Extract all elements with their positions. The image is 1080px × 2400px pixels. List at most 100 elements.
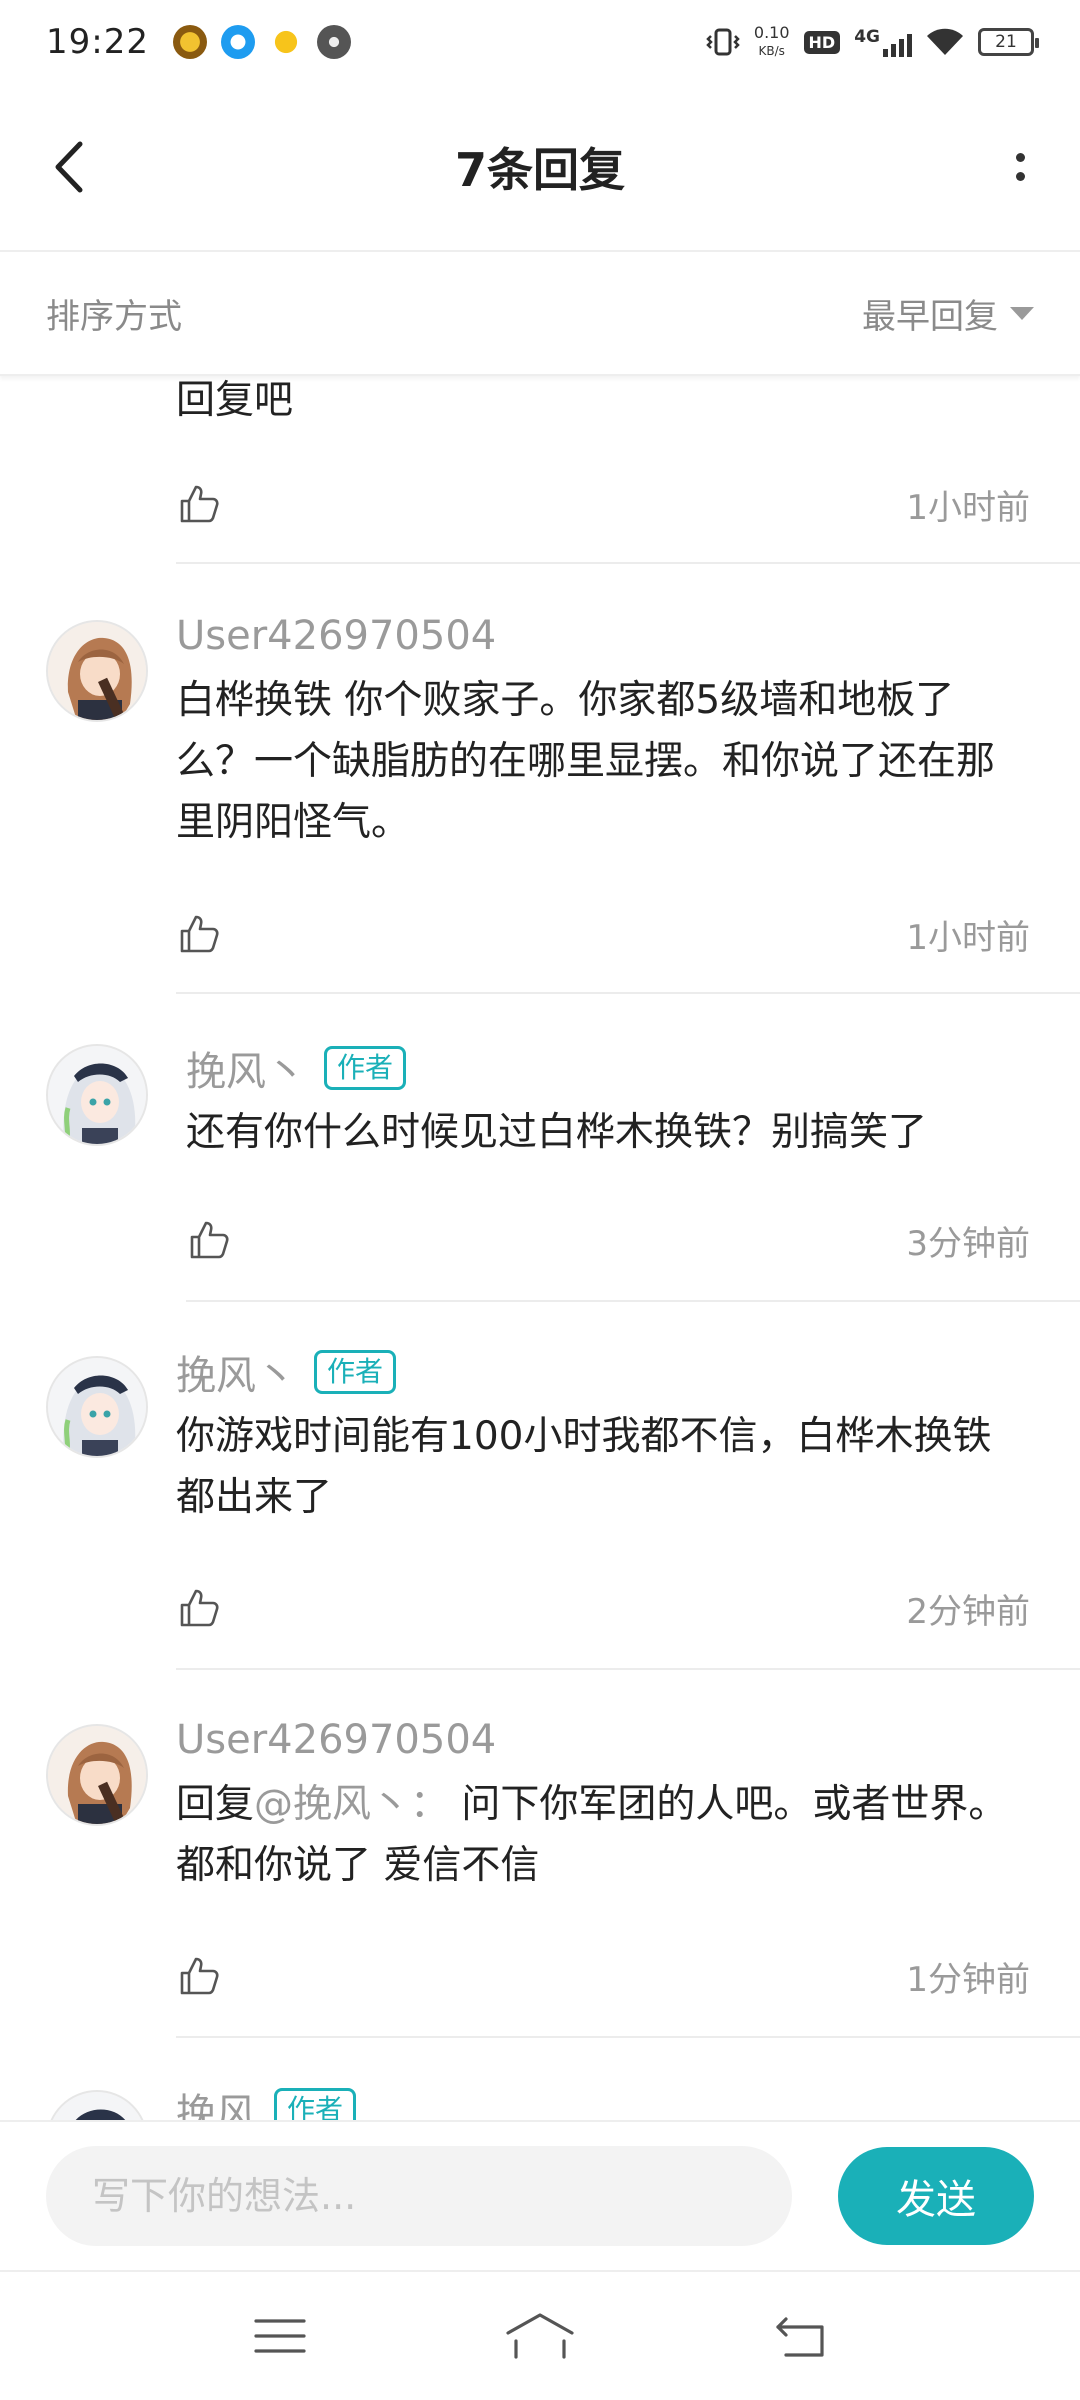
comment-footer: 1小时前 <box>176 904 1030 964</box>
status-time: 19:22 <box>46 22 149 62</box>
notification-icons <box>172 25 351 59</box>
comment-item: 挽风 作者 <box>0 2040 1080 2120</box>
thumbs-up-icon <box>180 1957 219 1995</box>
avatar[interactable] <box>46 2090 148 2120</box>
back-button[interactable] <box>44 137 94 197</box>
comment-header: 挽风丶 作者 <box>176 1342 1030 1402</box>
comment-text: 白桦换铁 你个败家子。你家都5级墙和地板了么？一个缺脂肪的在哪里显摆。和你说了还… <box>176 678 996 845</box>
divider <box>176 992 1080 994</box>
more-dot-icon <box>1015 153 1025 162</box>
like-button[interactable] <box>176 1585 222 1631</box>
like-button[interactable] <box>176 911 222 957</box>
comment-time: 3分钟前 <box>906 1223 1030 1264</box>
avatar-brown-hair-icon <box>48 622 146 720</box>
dark-app-icon <box>316 25 351 59</box>
username[interactable]: 挽风丶 <box>176 1343 296 1401</box>
battery-level: 21 <box>995 32 1017 52</box>
username[interactable]: User426970504 <box>176 613 496 659</box>
signal-indicator: 4G <box>854 27 912 57</box>
net-speed-unit: KB/s <box>758 44 785 58</box>
sort-dropdown[interactable]: 最早回复 <box>862 289 1034 338</box>
home-icon <box>506 2313 574 2359</box>
signal-icon <box>883 27 912 57</box>
comment-list[interactable]: 回复吧 1小时前 User426970504 白桦换铁 你个败家子。你家都5级墙… <box>0 378 1080 2120</box>
comment-body: 回复吧 <box>176 378 1030 431</box>
thumbs-up-icon <box>180 485 219 523</box>
comment-body: 挽风丶 作者 还有你什么时候见过白桦木换铁？别搞笑了 <box>186 1038 1030 1163</box>
comment-item: User426970504 白桦换铁 你个败家子。你家都5级墙和地板了么？一个缺… <box>0 566 1080 998</box>
comment-item: 挽风丶 作者 还有你什么时候见过白桦木换铁？别搞笑了 3分钟前 <box>0 998 1080 1304</box>
username[interactable]: 挽风丶 <box>186 1039 306 1097</box>
avatar-silver-hair-icon <box>48 1046 146 1144</box>
page-title: 7条回复 <box>454 143 625 197</box>
comment-time: 1小时前 <box>906 487 1030 528</box>
game-app-icon <box>172 25 207 59</box>
comment-header: User426970504 <box>176 1710 1030 1770</box>
thumbs-up-icon <box>190 1221 229 1259</box>
comment-input-bar: 发送 <box>0 2120 1080 2270</box>
like-button[interactable] <box>186 1217 232 1263</box>
comment-body: User426970504 回复@挽风丶： 问下你军团的人吧。或者世界。都和你说… <box>176 1710 1030 1896</box>
avatar-silver-hair-icon <box>48 2092 146 2120</box>
menu-nav-button[interactable] <box>240 2306 320 2366</box>
battery-icon: 21 <box>978 28 1039 56</box>
return-icon <box>776 2317 824 2357</box>
menu-icon <box>254 2319 306 2353</box>
avatar[interactable] <box>46 620 148 722</box>
network-label: 4G <box>854 27 880 47</box>
wifi-icon <box>927 28 963 55</box>
comment-text: 回复吧 <box>176 378 294 423</box>
like-button[interactable] <box>176 481 222 527</box>
comment-text: 你游戏时间能有100小时我都不信，白桦木换铁都出来了 <box>176 1414 992 1520</box>
username[interactable]: User426970504 <box>176 1717 496 1763</box>
username[interactable]: 挽风 <box>176 2081 256 2120</box>
divider <box>176 2036 1080 2038</box>
comment-text: 还有你什么时候见过白桦木换铁？别搞笑了 <box>186 1110 928 1155</box>
reply-prefix: 回复 <box>176 1782 255 1827</box>
author-badge: 作者 <box>314 1350 397 1394</box>
send-button[interactable]: 发送 <box>838 2147 1034 2245</box>
comment-body: 挽风丶 作者 你游戏时间能有100小时我都不信，白桦木换铁都出来了 <box>176 1342 1030 1528</box>
thumbs-up-icon <box>180 1589 219 1627</box>
system-nav-bar <box>0 2270 1080 2400</box>
back-arrow-icon <box>55 141 83 193</box>
net-speed: 0.10 KB/s <box>754 24 790 60</box>
comment-footer: 2分钟前 <box>176 1578 1030 1638</box>
comment-header: 挽风 作者 <box>176 2080 1030 2120</box>
comment-input[interactable] <box>46 2146 792 2246</box>
comment-time: 1小时前 <box>906 917 1030 958</box>
comment-text: 回复@挽风丶： 问下你军团的人吧。或者世界。都和你说了 爱信不信 <box>176 1774 1030 1896</box>
avatar-brown-hair-icon <box>48 1726 146 1824</box>
hd-badge: HD <box>803 30 841 54</box>
vibrate-icon <box>706 28 740 56</box>
more-dot-icon <box>1015 172 1025 181</box>
duck-app-icon <box>268 25 303 59</box>
comment-item: User426970504 回复@挽风丶： 问下你军团的人吧。或者世界。都和你说… <box>0 1672 1080 2040</box>
avatar[interactable] <box>46 1724 148 1826</box>
net-speed-value: 0.10 <box>753 23 790 42</box>
comment-body: 挽风 作者 <box>176 2080 1030 2120</box>
divider <box>186 1300 1080 1302</box>
comment-footer: 3分钟前 <box>186 1210 1030 1270</box>
comment-header: User426970504 <box>176 606 1030 666</box>
avatar[interactable] <box>46 1044 148 1146</box>
like-button[interactable] <box>176 1953 222 1999</box>
app-header: 7条回复 <box>0 84 1080 252</box>
back-nav-button[interactable] <box>760 2306 840 2366</box>
thumbs-up-icon <box>180 915 219 953</box>
home-nav-button[interactable] <box>500 2306 580 2366</box>
divider <box>176 1668 1080 1670</box>
sort-bar: 排序方式 最早回复 <box>0 252 1080 376</box>
compass-app-icon <box>220 25 255 59</box>
comment-time: 1分钟前 <box>906 1959 1030 2000</box>
comment-item: 挽风丶 作者 你游戏时间能有100小时我都不信，白桦木换铁都出来了 2分钟前 <box>0 1304 1080 1672</box>
comment-item: 回复吧 1小时前 <box>0 378 1080 566</box>
comment-footer: 1小时前 <box>176 474 1030 534</box>
mention-link[interactable]: @挽风丶： <box>254 1782 449 1827</box>
comment-footer: 1分钟前 <box>176 1946 1030 2006</box>
more-options-button[interactable] <box>1000 137 1040 197</box>
avatar[interactable] <box>46 1356 148 1458</box>
author-badge: 作者 <box>274 2088 357 2120</box>
caret-down-icon <box>1010 306 1034 320</box>
sort-label: 排序方式 <box>46 296 182 337</box>
